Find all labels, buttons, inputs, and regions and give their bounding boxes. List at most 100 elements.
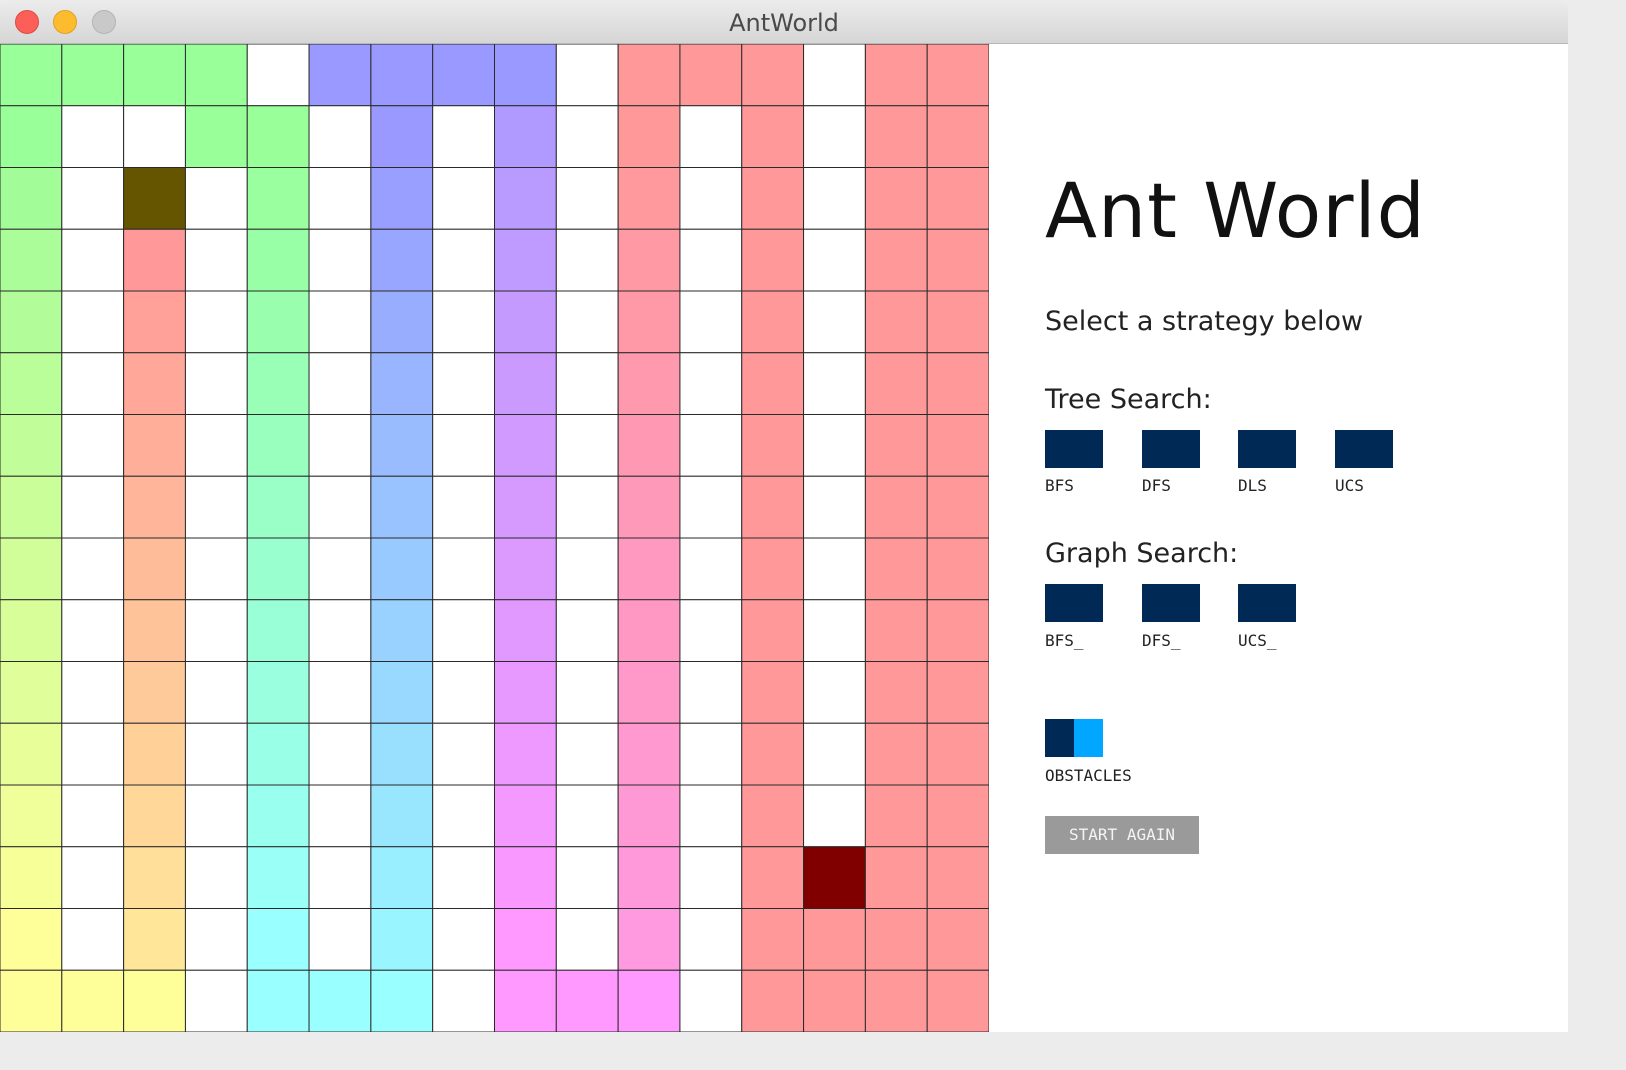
empty-cell[interactable]: [432, 661, 496, 724]
title-bar[interactable]: AntWorld: [0, 0, 1568, 44]
explored-cell[interactable]: [0, 661, 63, 724]
empty-cell[interactable]: [555, 167, 619, 230]
explored-cell[interactable]: [617, 722, 681, 786]
explored-cell[interactable]: [370, 846, 434, 909]
explored-cell[interactable]: [370, 599, 434, 662]
empty-cell[interactable]: [555, 722, 619, 786]
empty-cell[interactable]: [803, 784, 866, 848]
explored-cell[interactable]: [617, 352, 681, 415]
tree-dls-button[interactable]: [1238, 430, 1296, 468]
explored-cell[interactable]: [123, 290, 186, 354]
explored-cell[interactable]: [494, 105, 557, 168]
explored-cell[interactable]: [123, 969, 186, 1032]
empty-cell[interactable]: [184, 784, 248, 848]
empty-cell[interactable]: [308, 784, 372, 848]
explored-cell[interactable]: [0, 228, 63, 292]
explored-cell[interactable]: [741, 44, 805, 107]
explored-cell[interactable]: [494, 44, 557, 107]
explored-cell[interactable]: [0, 784, 63, 848]
explored-cell[interactable]: [741, 352, 805, 415]
empty-cell[interactable]: [432, 908, 496, 971]
explored-cell[interactable]: [246, 661, 310, 724]
empty-cell[interactable]: [432, 537, 496, 601]
explored-cell[interactable]: [123, 846, 186, 909]
empty-cell[interactable]: [308, 414, 372, 477]
empty-cell[interactable]: [61, 414, 125, 477]
explored-cell[interactable]: [864, 290, 928, 354]
explored-cell[interactable]: [617, 44, 681, 107]
empty-cell[interactable]: [308, 599, 372, 662]
empty-cell[interactable]: [61, 537, 125, 601]
explored-cell[interactable]: [123, 475, 186, 539]
empty-cell[interactable]: [308, 105, 372, 168]
explored-cell[interactable]: [617, 784, 681, 848]
explored-cell[interactable]: [123, 537, 186, 601]
explored-cell[interactable]: [370, 167, 434, 230]
empty-cell[interactable]: [61, 167, 125, 230]
explored-cell[interactable]: [0, 105, 63, 168]
explored-cell[interactable]: [617, 969, 681, 1032]
empty-cell[interactable]: [184, 167, 248, 230]
empty-cell[interactable]: [61, 908, 125, 971]
graph-dfs-button[interactable]: [1142, 584, 1200, 622]
empty-cell[interactable]: [184, 599, 248, 662]
explored-cell[interactable]: [494, 290, 557, 354]
explored-cell[interactable]: [494, 784, 557, 848]
explored-cell[interactable]: [246, 722, 310, 786]
explored-cell[interactable]: [926, 908, 989, 971]
empty-cell[interactable]: [308, 661, 372, 724]
empty-cell[interactable]: [432, 599, 496, 662]
explored-cell[interactable]: [0, 414, 63, 477]
explored-cell[interactable]: [864, 475, 928, 539]
explored-cell[interactable]: [370, 352, 434, 415]
explored-cell[interactable]: [123, 908, 186, 971]
explored-cell[interactable]: [246, 105, 310, 168]
explored-cell[interactable]: [61, 44, 125, 107]
explored-cell[interactable]: [741, 537, 805, 601]
explored-cell[interactable]: [0, 167, 63, 230]
empty-cell[interactable]: [803, 290, 866, 354]
empty-cell[interactable]: [555, 784, 619, 848]
empty-cell[interactable]: [184, 846, 248, 909]
explored-cell[interactable]: [864, 167, 928, 230]
explored-cell[interactable]: [370, 290, 434, 354]
explored-cell[interactable]: [617, 290, 681, 354]
explored-cell[interactable]: [246, 908, 310, 971]
explored-cell[interactable]: [864, 722, 928, 786]
empty-cell[interactable]: [555, 908, 619, 971]
explored-cell[interactable]: [61, 969, 125, 1032]
empty-cell[interactable]: [184, 908, 248, 971]
graph-ucs-button[interactable]: [1238, 584, 1296, 622]
explored-cell[interactable]: [0, 352, 63, 415]
explored-cell[interactable]: [0, 475, 63, 539]
empty-cell[interactable]: [61, 722, 125, 786]
explored-cell[interactable]: [370, 784, 434, 848]
ant-world-grid[interactable]: [0, 44, 989, 1032]
empty-cell[interactable]: [679, 599, 743, 662]
empty-cell[interactable]: [679, 167, 743, 230]
empty-cell[interactable]: [432, 846, 496, 909]
explored-cell[interactable]: [370, 228, 434, 292]
explored-cell[interactable]: [741, 908, 805, 971]
empty-cell[interactable]: [803, 661, 866, 724]
explored-cell[interactable]: [741, 722, 805, 786]
empty-cell[interactable]: [184, 722, 248, 786]
empty-cell[interactable]: [184, 352, 248, 415]
empty-cell[interactable]: [679, 908, 743, 971]
explored-cell[interactable]: [741, 414, 805, 477]
explored-cell[interactable]: [864, 352, 928, 415]
explored-cell[interactable]: [246, 414, 310, 477]
empty-cell[interactable]: [555, 228, 619, 292]
empty-cell[interactable]: [61, 352, 125, 415]
explored-cell[interactable]: [246, 969, 310, 1032]
empty-cell[interactable]: [432, 475, 496, 539]
explored-cell[interactable]: [741, 599, 805, 662]
empty-cell[interactable]: [803, 537, 866, 601]
explored-cell[interactable]: [926, 661, 989, 724]
explored-cell[interactable]: [370, 44, 434, 107]
explored-cell[interactable]: [246, 167, 310, 230]
start-again-button[interactable]: START AGAIN: [1045, 816, 1199, 854]
empty-cell[interactable]: [803, 167, 866, 230]
tree-bfs-button[interactable]: [1045, 430, 1103, 468]
empty-cell[interactable]: [308, 475, 372, 539]
